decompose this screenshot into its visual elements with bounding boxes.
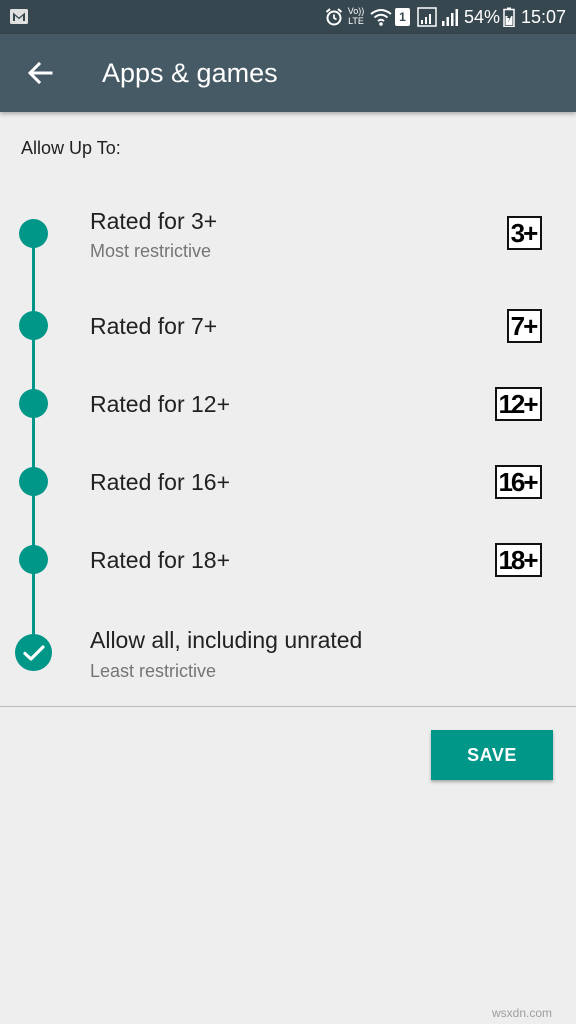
volte-text: Vo)) LTE xyxy=(347,6,365,26)
watermark: wsxdn.com xyxy=(492,1006,553,1020)
sim-1-icon: 1 xyxy=(395,8,410,26)
gmail-icon xyxy=(10,9,28,24)
battery-charging-icon xyxy=(503,7,515,27)
rating-option-18[interactable]: Rated for 18+ 18+ xyxy=(0,534,576,586)
rating-dot xyxy=(19,219,48,248)
rating-badge-3: 3+ xyxy=(507,216,542,250)
alarm-icon xyxy=(325,8,343,26)
rating-badge-16: 16+ xyxy=(495,465,542,499)
rating-option-3[interactable]: Rated for 3+ Most restrictive 3+ xyxy=(0,200,576,270)
signal-icon-2 xyxy=(442,9,458,26)
rating-badge-18: 18+ xyxy=(495,543,542,577)
back-button[interactable] xyxy=(18,51,62,95)
option-subtitle: Most restrictive xyxy=(90,241,212,261)
rating-dot xyxy=(19,467,48,496)
arrow-back-icon xyxy=(27,61,53,85)
option-title: Rated for 12+ xyxy=(90,391,231,417)
battery-percent: 54% xyxy=(464,7,501,27)
option-title: Allow all, including unrated xyxy=(90,627,363,653)
rating-dot xyxy=(19,389,48,418)
rating-dot xyxy=(19,311,48,340)
timeline-line xyxy=(32,233,35,652)
option-subtitle: Least restrictive xyxy=(90,661,217,681)
rating-badge-12: 12+ xyxy=(495,387,542,421)
app-bar: Apps & games xyxy=(0,34,576,112)
rating-option-7[interactable]: Rated for 7+ 7+ xyxy=(0,300,576,352)
rating-option-16[interactable]: Rated for 16+ 16+ xyxy=(0,456,576,508)
sim-slot-text: 1 xyxy=(399,10,406,24)
divider xyxy=(0,706,576,707)
option-title: Rated for 16+ xyxy=(90,469,231,495)
wifi-icon xyxy=(370,9,392,26)
option-title: Rated for 3+ xyxy=(90,208,218,234)
rating-dot xyxy=(19,545,48,574)
rating-badge-7: 7+ xyxy=(507,309,542,343)
volte-icon: Vo)) LTE xyxy=(346,6,366,26)
signal-icon xyxy=(417,7,437,27)
status-bar: Vo)) LTE 1 54% 15:07 xyxy=(0,0,576,34)
option-title: Rated for 7+ xyxy=(90,313,218,339)
clock: 15:07 xyxy=(521,7,567,27)
section-label: Allow Up To: xyxy=(21,138,121,158)
check-icon xyxy=(22,644,45,661)
rating-option-12[interactable]: Rated for 12+ 12+ xyxy=(0,378,576,430)
rating-option-allow-all[interactable]: Allow all, including unrated Least restr… xyxy=(0,620,576,690)
page-title: Apps & games xyxy=(102,58,278,88)
option-title: Rated for 18+ xyxy=(90,547,231,573)
save-button[interactable]: SAVE xyxy=(431,730,553,780)
selected-check xyxy=(15,634,52,671)
